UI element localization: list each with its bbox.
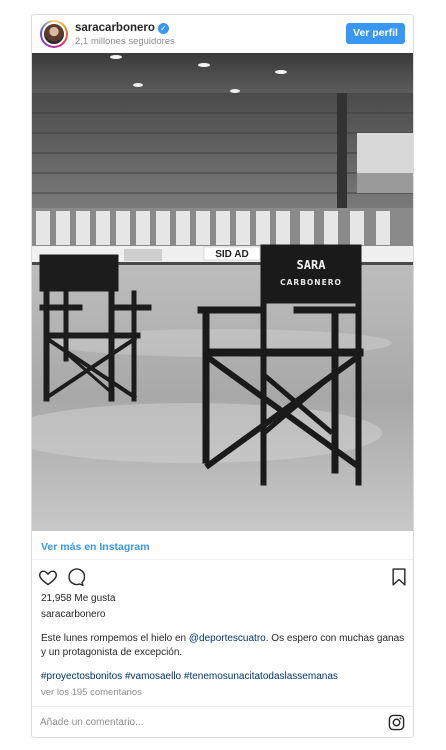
hashtag-link[interactable]: #tenemosunacitatodaslassemanas	[184, 671, 338, 682]
caption-mention-link[interactable]: @deportescuatro	[189, 633, 266, 644]
hashtags: #proyectosbonitos #vamosaello #tenemosun…	[41, 671, 338, 682]
followers-count: 2,1 millones seguidores	[75, 36, 175, 47]
caption-username[interactable]: saracarbonero	[41, 609, 105, 620]
chair-name-line2: CARBONERO	[280, 278, 342, 287]
likes-count[interactable]: 21,958 Me gusta	[41, 593, 116, 604]
avatar[interactable]	[40, 20, 68, 48]
bookmark-icon[interactable]	[389, 567, 409, 587]
chair-name-line1: SARA	[297, 258, 327, 272]
view-comments-link[interactable]: ver los 195 comentarios	[41, 687, 142, 698]
instagram-logo-icon[interactable]	[388, 714, 405, 731]
instagram-embed-card: saracarbonero ✓ 2,1 millones seguidores V…	[31, 14, 414, 738]
post-header: saracarbonero ✓ 2,1 millones seguidores V…	[32, 15, 413, 53]
view-profile-button[interactable]: Ver perfil	[346, 23, 405, 44]
username-text[interactable]: saracarbonero	[75, 22, 155, 34]
post-caption: Este lunes rompemos el hielo en @deporte…	[41, 632, 406, 660]
comment-bubble-icon[interactable]	[65, 567, 85, 587]
divider	[32, 559, 413, 560]
comment-bar	[32, 706, 413, 738]
photo-ice-rink-chairs: SID AD SARA CARBONERO	[32, 53, 413, 531]
action-bar	[38, 567, 407, 589]
post-photo[interactable]: SID AD SARA CARBONERO	[32, 53, 413, 531]
board-sign-text: SID AD	[215, 249, 249, 260]
hashtag-link[interactable]: #proyectosbonitos	[41, 671, 122, 682]
verified-badge-icon: ✓	[157, 23, 169, 34]
hashtag-link[interactable]: #vamosaello	[125, 671, 181, 682]
username-link[interactable]: saracarbonero ✓	[75, 22, 169, 34]
heart-icon[interactable]	[38, 567, 58, 587]
comment-input[interactable]	[40, 714, 360, 731]
see-more-instagram-link[interactable]: Ver más en Instagram	[41, 541, 150, 553]
caption-text-before: Este lunes rompemos el hielo en	[41, 633, 189, 644]
